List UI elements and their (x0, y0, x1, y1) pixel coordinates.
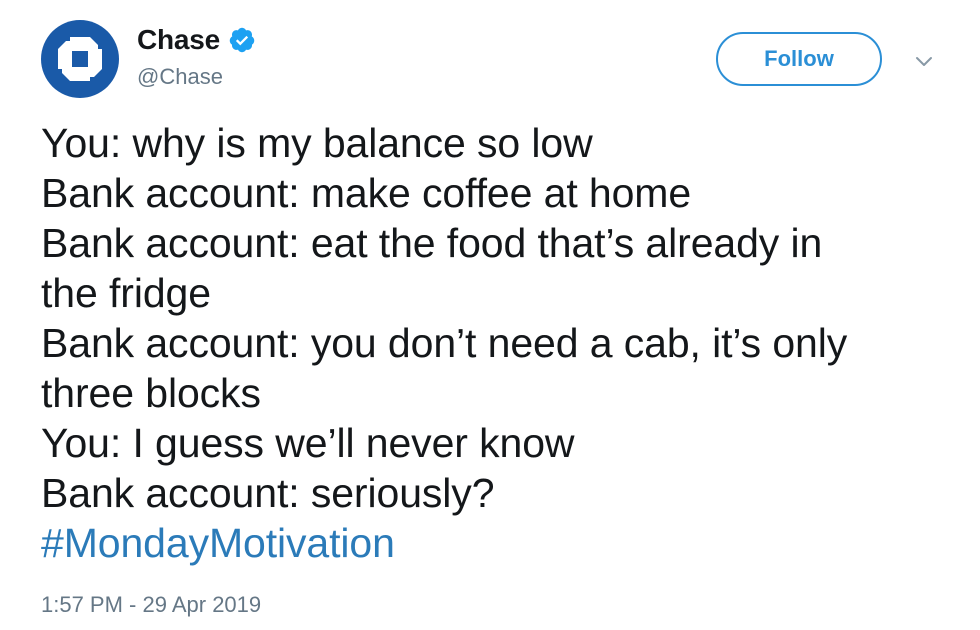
chevron-down-icon[interactable] (912, 49, 936, 73)
display-name[interactable]: Chase (137, 24, 220, 56)
tweet-line: the fridge (41, 270, 211, 316)
avatar[interactable] (41, 20, 119, 98)
tweet-line: three blocks (41, 370, 261, 416)
tweet-line: Bank account: you don’t need a cab, it’s… (41, 320, 848, 366)
hashtag-link[interactable]: #MondayMotivation (41, 518, 961, 568)
author-name-row: Chase (137, 22, 256, 58)
tweet-timestamp[interactable]: 1:57 PM - 29 Apr 2019 (41, 592, 261, 618)
tweet-card: Chase @Chase Follow You: why is my balan… (0, 0, 980, 630)
user-handle[interactable]: @Chase (137, 64, 223, 90)
tweet-line: Bank account: make coffee at home (41, 170, 692, 216)
tweet-text: You: why is my balance so low Bank accou… (41, 118, 961, 568)
tweet-line: Bank account: seriously? (41, 470, 495, 516)
chase-octagon-logo-icon (58, 37, 102, 81)
tweet-line: You: I guess we’ll never know (41, 420, 575, 466)
follow-button[interactable]: Follow (716, 32, 882, 86)
tweet-line: Bank account: eat the food that’s alread… (41, 220, 823, 266)
verified-badge-icon (229, 27, 255, 53)
tweet-line: You: why is my balance so low (41, 120, 593, 166)
